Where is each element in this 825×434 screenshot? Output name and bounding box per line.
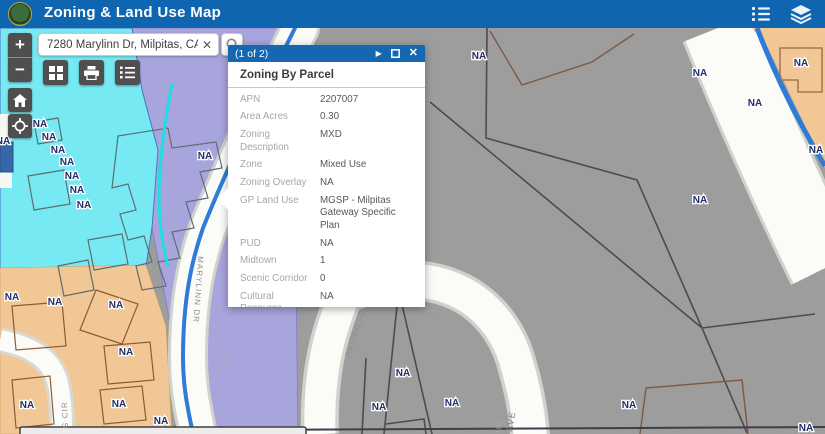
attribute-row: Scenic Corridor0: [228, 270, 425, 288]
app-window: MARYLINN DR 56 S CIR RAILROAD AVE 101 NA…: [0, 0, 825, 434]
attribute-label: GP Land Use: [240, 195, 320, 233]
parcel-label: NA: [112, 399, 126, 410]
attribute-value: 0: [320, 273, 417, 286]
zoom-out-button[interactable]: −: [8, 58, 32, 82]
attribute-label: Zoning Overlay: [240, 177, 320, 190]
attribute-row: ZoneMixed Use: [228, 157, 425, 175]
attribute-row: Area Acres0.30: [228, 109, 425, 127]
city-seal-logo: [8, 2, 32, 26]
basemap-gallery-button[interactable]: [43, 60, 68, 85]
attribute-value: MXD: [320, 129, 417, 154]
basemap-grid-icon: [49, 66, 63, 80]
parcel-label: NA: [445, 398, 459, 409]
parcel-label: NA: [372, 402, 386, 413]
parcel-label: NA: [748, 98, 762, 109]
popup-title: Zoning By Parcel: [228, 62, 425, 88]
print-button[interactable]: [79, 60, 104, 85]
app-title: Zoning & Land Use Map: [44, 4, 221, 21]
app-header: Zoning & Land Use Map: [0, 0, 825, 28]
attribute-row: GP Land UseMGSP - Milpitas Gateway Speci…: [228, 192, 425, 235]
next-feature-icon[interactable]: ▶: [376, 50, 382, 58]
attribute-value: 2207007: [320, 94, 417, 107]
attribute-label: APN: [240, 94, 320, 107]
legend-list-icon[interactable]: [749, 3, 773, 25]
parcel-label: NA: [809, 145, 823, 156]
popup-anchor-pointer: [217, 188, 228, 210]
attribute-row: PUDNA: [228, 235, 425, 253]
parcel-label: NA: [20, 400, 34, 411]
parcel-label: NA: [33, 119, 47, 130]
attribute-label: Zone: [240, 159, 320, 172]
attribute-value: 0.30: [320, 111, 417, 124]
parcel-label: NA: [60, 157, 74, 168]
attribute-label: PUD: [240, 238, 320, 251]
legend-button[interactable]: [115, 60, 140, 85]
popup-pager: (1 of 2): [235, 48, 367, 60]
attribute-label: Cultural Resource: [240, 291, 320, 307]
parcel-label: NA: [198, 151, 212, 162]
search-input[interactable]: 7280 Marylinn Dr, Milpitas, CA, 9 ✕: [38, 33, 219, 56]
search-value[interactable]: 7280 Marylinn Dr, Milpitas, CA, 9: [47, 39, 198, 51]
attribute-row: Zoning DescriptionMXD: [228, 126, 425, 156]
locate-icon: [12, 118, 28, 134]
parcel-label: NA: [65, 171, 79, 182]
attribute-value: NA: [320, 291, 417, 307]
attribute-row: Cultural ResourceNA: [228, 288, 425, 307]
feature-popup: (1 of 2) ▶ ✕ Zoning By Parcel APN2207007…: [228, 45, 425, 307]
attribute-table: APN2207007Area Acres0.30Zoning Descripti…: [228, 88, 425, 307]
attribute-value: MGSP - Milpitas Gateway Specific Plan: [320, 195, 417, 233]
attribute-label: Area Acres: [240, 111, 320, 124]
clear-search-icon[interactable]: ✕: [202, 38, 212, 52]
attribute-value: NA: [320, 238, 417, 251]
layers-icon[interactable]: [789, 3, 813, 25]
zoom-in-button[interactable]: +: [8, 33, 32, 57]
close-icon[interactable]: ✕: [409, 48, 418, 59]
parcel-label: NA: [51, 145, 65, 156]
attribute-label: Zoning Description: [240, 129, 320, 154]
locate-button[interactable]: [8, 114, 32, 138]
parcel-label: NA: [472, 51, 486, 62]
parcel-label: NA: [794, 58, 808, 69]
street-label-s-cir: S CIR: [60, 401, 70, 428]
parcel-label: NA: [109, 300, 123, 311]
attribute-row: Midtown1: [228, 253, 425, 271]
list-icon: [120, 66, 135, 79]
attribute-value: NA: [320, 177, 417, 190]
attribute-row: APN2207007: [228, 91, 425, 109]
attribute-value: 1: [320, 255, 417, 268]
parcel-label: NA: [799, 423, 813, 434]
parcel-label: NA: [42, 132, 56, 143]
attribute-value: Mixed Use: [320, 159, 417, 172]
parcel-label: NA: [693, 68, 707, 79]
popup-header[interactable]: (1 of 2) ▶ ✕: [228, 45, 425, 62]
maximize-icon[interactable]: [391, 49, 400, 58]
parcel-label: NA: [693, 195, 707, 206]
attribute-label: Midtown: [240, 255, 320, 268]
street-label-56: 56: [220, 358, 228, 367]
parcel-label: NA: [622, 400, 636, 411]
parcel-label: NA: [396, 368, 410, 379]
parcel-label: NA: [5, 292, 19, 303]
parcel-label: NA: [70, 185, 84, 196]
printer-icon: [84, 66, 99, 80]
attribute-row: Zoning OverlayNA: [228, 174, 425, 192]
home-button[interactable]: [8, 88, 32, 112]
parcel-label: NA: [77, 200, 91, 211]
parcel-label: NA: [154, 416, 168, 427]
attribute-label: Scenic Corridor: [240, 273, 320, 286]
home-icon: [13, 94, 27, 107]
popup-body: Zoning By Parcel APN2207007Area Acres0.3…: [228, 62, 425, 307]
parcel-label: NA: [119, 347, 133, 358]
parcel-label: NA: [48, 297, 62, 308]
